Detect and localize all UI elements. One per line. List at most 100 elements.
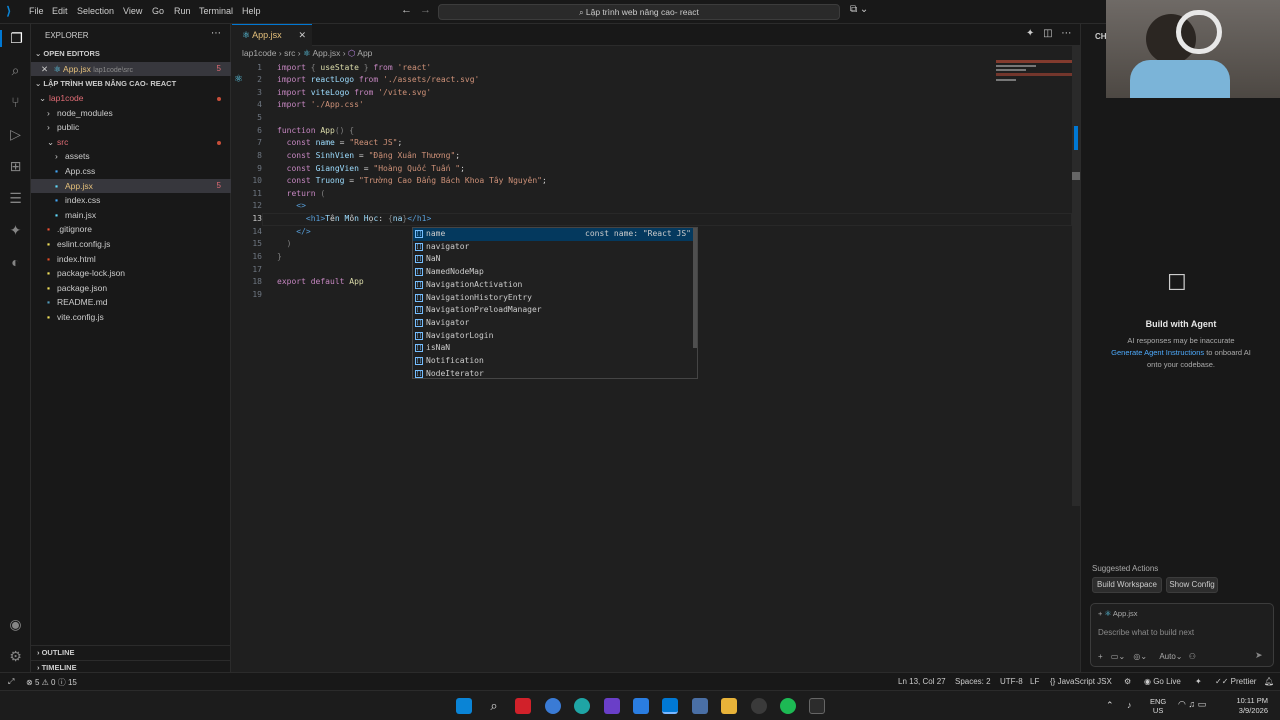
open-editor-item[interactable]: ✕ ⚛ App.jsx lap1code\src 5 xyxy=(31,62,231,76)
breadcrumb-folder[interactable]: lap1code xyxy=(242,48,277,58)
app-icon[interactable] xyxy=(692,698,708,714)
code-line[interactable]: import reactLogo from './assets/react.sv… xyxy=(277,74,479,87)
settings-gear-icon[interactable]: ⚙ xyxy=(7,648,24,665)
tree-item[interactable]: ▪ index.css xyxy=(31,193,231,207)
taskbar-search-icon[interactable]: ⌕ xyxy=(486,698,502,714)
suggestion-item[interactable]: [] isNaN xyxy=(413,342,697,355)
terminal-icon[interactable] xyxy=(809,698,825,714)
language-indicator[interactable]: ENG US xyxy=(1150,697,1166,715)
code-line[interactable]: return ( xyxy=(277,188,326,201)
copilot-agent-icon[interactable]: ✦ xyxy=(7,222,24,239)
cursor-position[interactable]: Ln 13, Col 27 xyxy=(898,677,946,686)
copilot-sparkle-icon[interactable]: ✦ xyxy=(1026,28,1034,39)
suggestion-item[interactable]: [] NamedNodeMap xyxy=(413,266,697,279)
workspace-header[interactable]: ⌄ LẬP TRÌNH WEB NÂNG CAO- REACT xyxy=(31,77,231,91)
close-tab-icon[interactable]: ✕ xyxy=(298,25,306,46)
breadcrumb-src[interactable]: src xyxy=(284,48,295,58)
build-workspace-button[interactable]: Build Workspace xyxy=(1092,577,1162,593)
close-icon[interactable]: ✕ xyxy=(41,64,48,74)
code-line[interactable]: const name = "React JS"; xyxy=(277,137,403,150)
extension-icon[interactable]: ⚙ xyxy=(1124,677,1131,686)
tree-item[interactable]: ▪ eslint.config.js xyxy=(31,237,231,251)
code-line[interactable]: ) xyxy=(277,238,292,251)
tree-item[interactable]: ▪ App.css xyxy=(31,164,231,178)
mode-icon[interactable]: ◎⌄ xyxy=(1133,652,1147,661)
source-control-icon[interactable]: ⑂ xyxy=(7,94,24,111)
file-explorer-icon[interactable] xyxy=(721,698,737,714)
chat-input-placeholder[interactable]: Describe what to build next xyxy=(1098,628,1194,637)
menu-terminal[interactable]: Terminal xyxy=(199,6,233,16)
menu-view[interactable]: View xyxy=(123,6,142,16)
breadcrumb[interactable]: lap1code › src › ⚛ App.jsx › ⬡ App xyxy=(242,48,372,60)
menu-file[interactable]: File xyxy=(29,6,44,16)
back-arrow-icon[interactable]: ← xyxy=(401,4,412,16)
editor-scrollbar[interactable] xyxy=(1072,46,1080,506)
go-live-button[interactable]: ◉ Go Live xyxy=(1144,677,1181,686)
code-line[interactable]: const Truong = "Trường Cao Đẳng Bách Kho… xyxy=(277,175,547,188)
vscode-taskbar-icon[interactable] xyxy=(662,698,678,714)
send-icon[interactable]: ➤ xyxy=(1255,650,1269,662)
language-mode[interactable]: {} JavaScript JSX xyxy=(1050,677,1112,686)
tools-icon[interactable]: ▭⌄ xyxy=(1111,652,1125,661)
split-editor-icon[interactable]: ◫ xyxy=(1043,28,1052,39)
code-line[interactable]: <h1>Tên Môn Học: {na}</h1> xyxy=(277,213,431,226)
suggestion-item[interactable]: [] Navigator xyxy=(413,317,697,330)
spotify-icon[interactable] xyxy=(780,698,796,714)
tree-item[interactable]: › node_modules xyxy=(31,106,231,120)
model-select[interactable]: Auto xyxy=(1159,652,1175,661)
menu-run[interactable]: Run xyxy=(174,6,191,16)
context-file-chip[interactable]: + ⚛ App.jsx xyxy=(1098,609,1138,618)
suggestion-item[interactable]: [] name const name: "React JS" xyxy=(413,228,697,241)
suggestion-item[interactable]: [] Notification xyxy=(413,355,697,368)
code-line[interactable]: import { useState } from 'react' xyxy=(277,62,431,75)
account-icon[interactable]: ◉ xyxy=(7,616,24,633)
copilot-icon[interactable]: ⧉ ⌄ xyxy=(850,4,868,15)
command-center-search[interactable]: ⌕ Lập trình web nâng cao- react xyxy=(438,4,840,20)
suggest-widget[interactable]: [] name const name: "React JS"[] navigator[… xyxy=(412,227,698,379)
tree-item[interactable]: ▪ .gitignore xyxy=(31,222,231,236)
vivaldi-icon[interactable] xyxy=(515,698,531,714)
tab-app-jsx[interactable]: ⚛ App.jsx ✕ xyxy=(232,24,312,46)
edge-icon[interactable] xyxy=(574,698,590,714)
suggestion-item[interactable]: [] NavigationPreloadManager xyxy=(413,304,697,317)
suggest-scrollbar[interactable] xyxy=(693,228,697,348)
minimap[interactable] xyxy=(996,60,1072,90)
testing-icon[interactable]: ☰ xyxy=(7,190,24,207)
tree-item[interactable]: ▪ package-lock.json xyxy=(31,266,231,280)
microphone-icon[interactable]: ♪ xyxy=(1127,700,1132,710)
more-actions-icon[interactable]: ⋯ xyxy=(211,28,221,39)
menu-help[interactable]: Help xyxy=(242,6,261,16)
encoding[interactable]: UTF-8 xyxy=(1000,677,1023,686)
tree-item[interactable]: › public xyxy=(31,120,231,134)
code-line[interactable]: <> xyxy=(277,200,306,213)
voice-icon[interactable]: ⚇ xyxy=(1189,652,1196,661)
show-config-button[interactable]: Show Config xyxy=(1166,577,1218,593)
forward-arrow-icon[interactable]: → xyxy=(420,4,431,16)
indentation[interactable]: Spaces: 2 xyxy=(955,677,991,686)
tree-item[interactable]: ▪ main.jsx xyxy=(31,208,231,222)
search-view-icon[interactable]: ⌕ xyxy=(7,62,24,79)
problems-indicator[interactable]: ⊗ 5 ⚠ 0 ⓘ 15 xyxy=(26,677,77,688)
chat-input-box[interactable]: + ⚛ App.jsx Describe what to build next … xyxy=(1090,603,1274,667)
suggestion-item[interactable]: [] NavigationActivation xyxy=(413,279,697,292)
prettier-button[interactable]: ✓✓ Prettier xyxy=(1215,677,1256,686)
editor-actions[interactable]: ✦ ◫ ⋯ xyxy=(1026,28,1071,39)
end-of-line[interactable]: LF xyxy=(1030,677,1039,686)
tree-item[interactable]: ⌄ src xyxy=(31,135,231,149)
notifications-icon[interactable]: 🔔︎ xyxy=(1264,677,1274,686)
breadcrumb-symbol[interactable]: App xyxy=(357,48,372,58)
extensions-icon[interactable]: ⊞ xyxy=(7,158,24,175)
open-editors-header[interactable]: ⌄ OPEN EDITORS xyxy=(31,47,231,61)
run-debug-icon[interactable]: ▷ xyxy=(7,126,24,143)
code-line[interactable]: } xyxy=(277,251,282,264)
suggestion-item[interactable]: [] NavigationHistoryEntry xyxy=(413,292,697,305)
code-line[interactable]: import './App.css' xyxy=(277,99,364,112)
suggestion-item[interactable]: [] NaN xyxy=(413,253,697,266)
menu-go[interactable]: Go xyxy=(152,6,164,16)
code-line[interactable]: const GiangVien = "Hoàng Quốc Tuấn "; xyxy=(277,163,465,176)
explorer-icon[interactable]: ❐ xyxy=(0,30,31,47)
suggestion-item[interactable]: [] NodeIterator xyxy=(413,368,697,381)
more-actions-icon[interactable]: ⋯ xyxy=(1061,28,1071,39)
tree-item[interactable]: ⌄ lap1code xyxy=(31,91,231,105)
tree-item[interactable]: ▪ App.jsx 5 xyxy=(31,178,231,193)
